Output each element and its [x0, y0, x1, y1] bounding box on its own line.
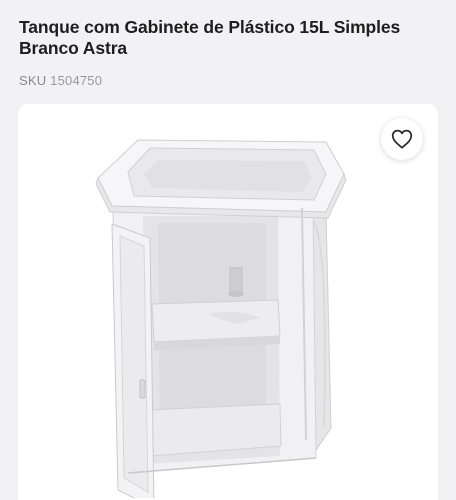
sku-label: SKU [19, 73, 47, 88]
sku-value: 1504750 [50, 73, 103, 88]
product-image [95, 139, 347, 498]
favorite-button[interactable] [381, 118, 423, 160]
heart-outline-icon [391, 129, 413, 149]
product-image-card [18, 104, 438, 500]
product-title: Tanque com Gabinete de Plástico 15L Simp… [19, 17, 401, 58]
product-sku: SKU 1504750 [19, 73, 102, 88]
product-page: Tanque com Gabinete de Plástico 15L Simp… [0, 0, 456, 500]
